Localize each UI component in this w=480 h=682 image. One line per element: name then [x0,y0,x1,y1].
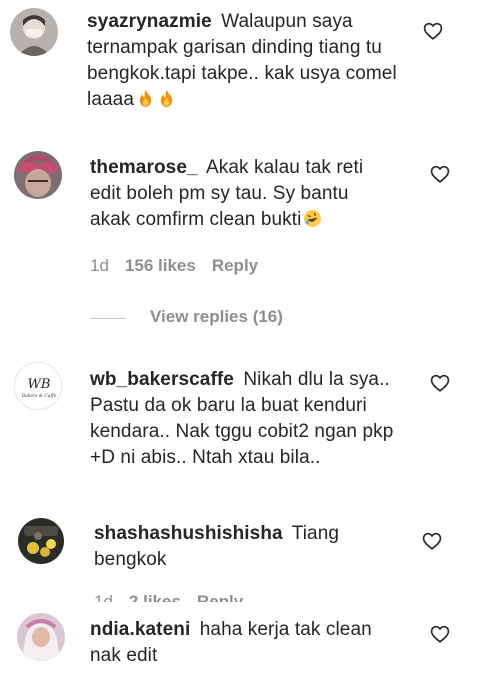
heart-icon[interactable] [429,623,451,645]
comment-time: 1d [94,592,113,602]
reply-button[interactable]: Reply [212,256,258,275]
heart-icon[interactable] [421,530,443,552]
fire-emoji-icon [160,89,173,108]
comment-item: WB Bakers & Caffe wb_bakerscaffe Nikah d… [0,355,480,505]
avatar[interactable]: WB Bakers & Caffe [14,362,62,410]
fire-emoji-icon [139,89,152,108]
rolling-on-floor-laughing-emoji-icon [304,209,322,228]
comment-item: shashashushishisha Tiang bengkok 1d 2 lik… [0,510,480,602]
comment-meta: 1d 2 likes Reply [94,592,243,602]
comment-username[interactable]: syazrynazmie [87,11,212,32]
comment-item: syazrynazmie Walaupun saya ternampak gar… [0,0,480,130]
bakery-logo: WB Bakers & Caffe [21,377,57,399]
avatar[interactable] [18,518,64,564]
likes-count[interactable]: 2 likes [129,592,181,602]
comment-meta-clip: 1d 2 likes Reply [94,592,294,602]
comment-username[interactable]: themarose_ [90,157,198,178]
comment-meta: 1d 156 likes Reply [90,255,258,277]
divider [90,318,126,319]
reply-button[interactable]: Reply [197,592,243,602]
comment-username[interactable]: wb_bakerscaffe [90,369,234,390]
avatar[interactable] [14,151,62,199]
view-replies-button[interactable]: View replies (16) [150,306,283,328]
likes-count[interactable]: 156 likes [125,256,196,275]
avatar[interactable] [10,8,58,56]
svg-text:WB: WB [28,377,51,392]
avatar-photo [10,8,58,56]
comment-item: ndia.kateni haha kerja tak clean nak edi… [0,606,480,682]
svg-text:Bakers & Caffe: Bakers & Caffe [21,393,57,399]
heart-icon[interactable] [429,372,451,394]
avatar-photo [14,151,62,199]
avatar-photo [18,518,64,564]
avatar-photo [17,613,65,661]
comment-body: wb_bakerscaffe Nikah dlu la sya.. Pastu … [90,367,408,471]
comment-time: 1d [90,256,109,275]
comment-body: ndia.kateni haha kerja tak clean nak edi… [90,617,400,669]
comment-item: themarose_ Akak kalau tak reti edit bole… [0,140,480,340]
comment-username[interactable]: ndia.kateni [90,619,190,640]
heart-icon[interactable] [422,20,444,42]
comment-body: shashashushishisha Tiang bengkok [94,521,394,573]
heart-icon[interactable] [429,163,451,185]
avatar[interactable] [17,613,65,661]
comment-username[interactable]: shashashushishisha [94,523,283,544]
comment-body: themarose_ Akak kalau tak reti edit bole… [90,155,390,233]
comment-body: syazrynazmie Walaupun saya ternampak gar… [87,9,407,113]
